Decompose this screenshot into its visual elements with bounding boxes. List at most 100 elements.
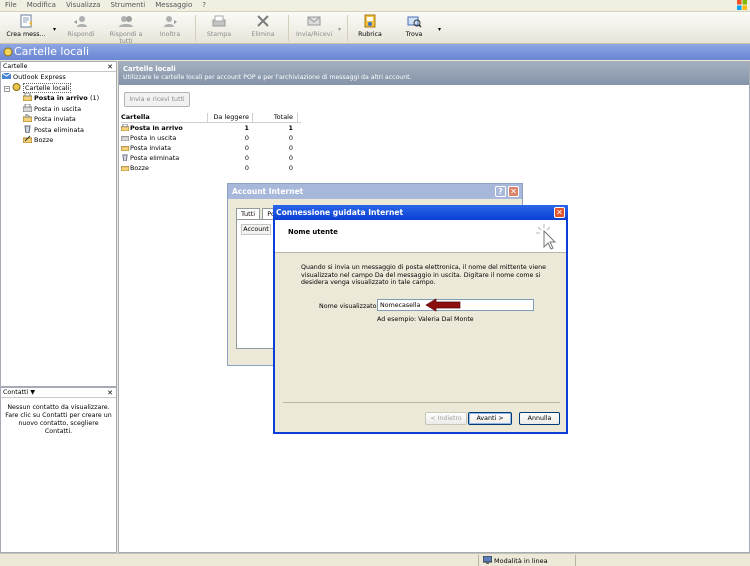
outbox-icon: [23, 103, 32, 112]
reply-all-button[interactable]: Rispondi a tutti: [103, 14, 149, 45]
contacts-empty-message: Nessun contatto da visualizzare. Fare cl…: [5, 404, 112, 435]
wizard-description: Quando si invia un messaggio di posta el…: [301, 264, 546, 286]
delete-x-icon: [257, 15, 269, 27]
column-total[interactable]: Totale: [253, 113, 293, 121]
unread-count: 0: [244, 154, 249, 162]
tree-item-local-folders[interactable]: − Cartelle locali: [1, 82, 116, 94]
menu-view[interactable]: Visualizza: [61, 0, 105, 9]
folder-pane: Cartelle ✕ Outlook Express − Cartelle loc…: [0, 61, 117, 387]
drafts-icon: [121, 166, 129, 171]
forward-icon: [164, 16, 177, 27]
deleted-items-icon: [24, 125, 31, 133]
send-receive-icon: [307, 16, 321, 26]
tree-item-inbox[interactable]: Posta in arrivo (1): [1, 93, 116, 104]
tab-all[interactable]: Tutti: [236, 208, 261, 219]
menu-bar: File Modifica Visualizza Strumenti Messaggio…: [0, 0, 750, 12]
page-title: Cartelle locali: [14, 45, 90, 58]
account-list: Account: [236, 219, 276, 349]
unread-count: 1: [244, 124, 249, 132]
column-unread[interactable]: Da leggere: [209, 113, 249, 121]
address-book-button[interactable]: Rubrica: [356, 14, 384, 42]
account-dialog-title: Account Internet: [232, 187, 304, 196]
wizard-header: Nome utente: [275, 220, 566, 253]
wizard-section-title: Nome utente: [288, 228, 338, 236]
reply-icon: [74, 16, 87, 27]
back-button[interactable]: < Indietro: [425, 412, 467, 425]
folder-pane-title: Cartelle: [3, 63, 28, 70]
wizard-title-bar: Connessione guidata Internet ✕: [273, 205, 568, 220]
delete-button[interactable]: Elimina: [248, 14, 278, 42]
printer-icon: [212, 15, 226, 27]
print-button[interactable]: Stampa: [204, 14, 234, 42]
total-count: 0: [288, 164, 293, 172]
table-row[interactable]: Posta in arrivo 1 1: [121, 123, 301, 133]
account-column-header[interactable]: Account: [241, 224, 271, 235]
total-count: 0: [288, 134, 293, 142]
online-computer-icon: [482, 555, 493, 564]
deleted-items-icon: [122, 154, 128, 161]
table-row[interactable]: Posta inviata 0 0: [121, 143, 301, 153]
contacts-pane-header: Contatti ▼ ✕: [1, 388, 116, 398]
unread-count: 0: [244, 164, 249, 172]
tree-item-drafts[interactable]: Bozze: [1, 135, 116, 146]
close-icon[interactable]: ✕: [107, 388, 113, 398]
display-name-hint: Ad esempio: Valeria Dal Monte: [377, 316, 474, 323]
help-icon[interactable]: ?: [495, 186, 506, 197]
create-mail-dropdown-icon[interactable]: ▾: [53, 26, 56, 33]
status-bar: Modalità in linea: [0, 553, 750, 566]
toolbar-separator: [347, 15, 348, 41]
folder-title-bar: Cartelle locali: [0, 44, 750, 60]
contacts-menu-button[interactable]: Contatti ▼: [3, 389, 35, 396]
wizard-title: Connessione guidata Internet: [276, 208, 404, 217]
status-online: Modalità in linea: [482, 555, 548, 565]
reply-button[interactable]: Rispondi: [64, 14, 98, 42]
total-count: 0: [288, 144, 293, 152]
cancel-button[interactable]: Annulla: [519, 412, 560, 425]
close-icon[interactable]: ✕: [554, 207, 565, 218]
banner-title: Cartelle locali: [123, 65, 176, 73]
tree-item-sent[interactable]: Posta inviata: [1, 114, 116, 125]
internet-connection-wizard: Connessione guidata Internet ✕ Nome uten…: [273, 205, 568, 434]
inbox-unread-count: (1): [89, 94, 100, 102]
table-row[interactable]: Bozze 0 0: [121, 163, 301, 173]
close-icon[interactable]: ✕: [107, 62, 113, 72]
collapse-icon[interactable]: −: [4, 85, 10, 92]
forward-button[interactable]: Inoltra: [155, 14, 185, 42]
send-receive-all-button[interactable]: Invia e ricevi tutti: [124, 92, 190, 107]
status-divider: [478, 555, 479, 566]
table-row[interactable]: Posta in uscita 0 0: [121, 133, 301, 143]
folder-pane-header: Cartelle ✕: [1, 62, 116, 72]
send-receive-dropdown-icon[interactable]: ▾: [338, 26, 341, 33]
find-dropdown-icon[interactable]: ▾: [438, 26, 441, 33]
tree-item-outlook-express[interactable]: Outlook Express: [1, 72, 116, 83]
close-icon[interactable]: ✕: [508, 186, 519, 197]
send-receive-button[interactable]: Invia/Ricevi: [296, 14, 332, 42]
next-button[interactable]: Avanti >: [468, 412, 512, 425]
tree-item-deleted[interactable]: Posta eliminata: [1, 125, 116, 136]
menu-help[interactable]: ?: [197, 0, 211, 9]
reply-all-icon: [119, 16, 133, 27]
sent-items-icon: [23, 114, 32, 122]
tree-item-outbox[interactable]: Posta in uscita: [1, 103, 116, 115]
local-folders-icon: [3, 47, 13, 57]
windows-logo-icon: [737, 0, 747, 10]
find-button[interactable]: Trova: [402, 14, 426, 42]
address-book-icon: [364, 14, 376, 28]
drafts-icon: [23, 135, 32, 143]
account-dialog-title-bar: Account Internet ? ✕: [228, 184, 522, 199]
menu-edit[interactable]: Modifica: [22, 0, 61, 9]
menu-file[interactable]: File: [0, 0, 22, 9]
outlook-express-icon: [2, 72, 11, 79]
create-mail-button[interactable]: Crea mess...: [6, 14, 46, 42]
column-folder[interactable]: Cartella: [121, 113, 150, 121]
column-divider[interactable]: [297, 113, 298, 123]
column-divider[interactable]: [207, 113, 208, 123]
contacts-pane: Contatti ▼ ✕ Nessun contatto da visualiz…: [0, 387, 117, 553]
menu-tools[interactable]: Strumenti: [105, 0, 150, 9]
pointer-arrow-icon: [425, 298, 461, 312]
menu-message[interactable]: Messaggio: [150, 0, 197, 9]
table-row[interactable]: Posta eliminata 0 0: [121, 153, 301, 163]
local-folders-icon: [12, 82, 21, 91]
folder-table: Cartella Da leggere Totale Posta in arri…: [121, 113, 301, 173]
status-divider: [575, 555, 576, 566]
